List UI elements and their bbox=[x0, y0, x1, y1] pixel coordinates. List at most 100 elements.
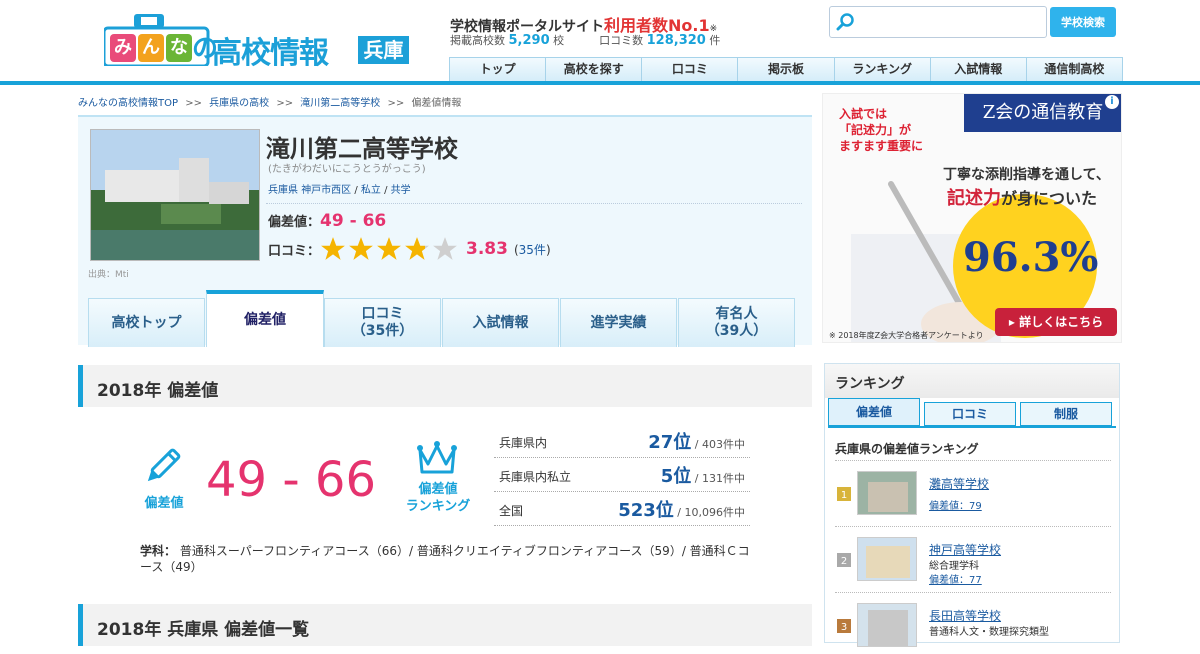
breadcrumb-link-top[interactable]: みんなの高校情報TOP bbox=[78, 98, 178, 109]
nav-item-exam-info[interactable]: 入試情報 bbox=[929, 57, 1027, 81]
ranking-widget: ランキング 偏差値 口コミ 制服 兵庫県の偏差値ランキング 1 灘高等学校 偏差… bbox=[824, 363, 1120, 647]
section-header: 2018年 偏差値 bbox=[78, 365, 812, 407]
ranking-item[interactable]: 1 灘高等学校 偏差値：79 bbox=[835, 460, 1111, 522]
rank-table: 兵庫県内 27位 / 403件中 兵庫県内私立 5位 / 131件中 全国 52… bbox=[494, 424, 750, 526]
nav-item-board[interactable]: 掲示板 bbox=[737, 57, 835, 81]
main-nav: トップ 高校を探す 口コミ 掲示板 ランキング 入試情報 通信制高校 bbox=[449, 57, 1123, 81]
rank-link[interactable]: 5位 bbox=[661, 466, 692, 487]
tag-prefecture[interactable]: 兵庫県 bbox=[268, 185, 298, 196]
section-header: 2018年 兵庫県 偏差値一覧 bbox=[78, 604, 812, 646]
nav-item-correspondence[interactable]: 通信制高校 bbox=[1025, 57, 1123, 81]
tab-school-top[interactable]: 高校トップ bbox=[88, 298, 205, 347]
ranking-thumbnail[interactable] bbox=[857, 603, 917, 647]
tag-type[interactable]: 私立 bbox=[361, 185, 381, 196]
tab-deviation[interactable]: 偏差値 bbox=[206, 290, 324, 347]
review-count-link[interactable]: 35件 bbox=[519, 243, 546, 257]
nav-item-ranking[interactable]: ランキング bbox=[833, 57, 931, 81]
ad-percent: 96.3% bbox=[963, 234, 1099, 281]
breadcrumb-separator: >> bbox=[387, 98, 405, 109]
rank-row: 兵庫県内 27位 / 403件中 bbox=[494, 424, 750, 458]
ranking-item-value[interactable]: 偏差値：77 bbox=[929, 571, 982, 586]
ranking-item-sub: 普通科人文・数理探究類型 bbox=[929, 627, 1049, 638]
ranking-tab-deviation[interactable]: 偏差値 bbox=[828, 398, 920, 426]
ranking-tab-reviews[interactable]: 口コミ bbox=[924, 402, 1016, 426]
nav-item-reviews[interactable]: 口コミ bbox=[641, 57, 739, 81]
pencil-icon bbox=[147, 448, 181, 482]
ranking-item-sub: 総合理学科 bbox=[929, 561, 979, 572]
ranking-title: ランキング bbox=[835, 376, 905, 392]
ranking-thumbnail[interactable] bbox=[857, 537, 917, 581]
ranking-rank-number: 2 bbox=[841, 556, 847, 567]
deviation-big-value: 49 - 66 bbox=[206, 452, 376, 508]
ranking-tab-uniform[interactable]: 制服 bbox=[1020, 402, 1112, 426]
gold-medal-icon: 1 bbox=[837, 487, 851, 501]
ad-brand-logo: Z会の通信教育 bbox=[964, 94, 1121, 132]
bronze-medal-icon: 3 bbox=[837, 619, 851, 633]
logo-char-2: ん bbox=[138, 34, 164, 62]
school-summary-panel: 出典：Mti 滝川第二高等学校 (たきがわだいにこうとうがっこう) 兵庫県 神戸… bbox=[78, 115, 812, 347]
ranking-item[interactable]: 3 長田高等学校 普通科人文・数理探究類型 bbox=[835, 592, 1111, 654]
breadcrumb-link-school[interactable]: 滝川第二高等学校 bbox=[300, 98, 380, 109]
nav-item-search-school[interactable]: 高校を探す bbox=[545, 57, 643, 81]
school-photo[interactable] bbox=[90, 129, 260, 261]
rank-link[interactable]: 27位 bbox=[648, 432, 691, 453]
tag-city[interactable]: 神戸市西区 bbox=[301, 185, 351, 196]
ranking-item-value[interactable]: 偏差値：79 bbox=[929, 497, 982, 512]
star-icon bbox=[377, 237, 401, 260]
ad-info-icon[interactable]: i bbox=[1105, 95, 1119, 109]
rank-row-value: 5位 / 131件中 bbox=[661, 462, 745, 488]
site-stats: 掲載高校数 5,290 校 口コミ数 128,320 件 bbox=[450, 32, 720, 48]
ad-footnote: ※ 2018年度Z会大学合格者アンケートより bbox=[829, 331, 984, 340]
divider bbox=[828, 426, 1116, 428]
site-header: み ん な の 高校情報 兵庫 学校情報ポータルサイト利用者数No.1※ 掲載高… bbox=[0, 0, 1200, 85]
advertisement-banner[interactable]: 入試では 「記述力」が ますます重要に Z会の通信教育 i 丁寧な添削指導を通し… bbox=[822, 93, 1122, 343]
rank-total: / 131件中 bbox=[694, 472, 745, 485]
rank-row-value: 27位 / 403件中 bbox=[648, 428, 745, 454]
tab-celebrities[interactable]: 有名人 （39人） bbox=[678, 298, 795, 347]
ad-text-highlight: 記述力 bbox=[947, 188, 1001, 209]
ranking-item[interactable]: 2 神戸高等学校 総合理学科 偏差値：77 bbox=[835, 526, 1111, 588]
search-input[interactable] bbox=[829, 6, 1047, 38]
ad-cta-button[interactable]: ▸ 詳しくはこちら bbox=[995, 308, 1117, 336]
breadcrumb: みんなの高校情報TOP >> 兵庫県の高校 >> 滝川第二高等学校 >> 偏差値… bbox=[78, 94, 461, 109]
star-icon bbox=[321, 237, 345, 260]
deviation-summary: 偏差値：49 - 66 bbox=[268, 211, 386, 231]
ad-text-line: 記述力が身についた bbox=[947, 184, 1097, 210]
deviation-value: 49 - 66 bbox=[320, 211, 387, 231]
review-count: (35件) bbox=[513, 242, 551, 257]
ranking-item-name[interactable]: 神戸高等学校 bbox=[929, 541, 1001, 558]
ranking-item-name[interactable]: 長田高等学校 bbox=[929, 607, 1001, 624]
photo-credit-link[interactable]: Mti bbox=[115, 270, 129, 280]
logo-text-main: 高校情報 bbox=[212, 36, 329, 71]
star-icon bbox=[349, 237, 373, 260]
logo-char-1: み bbox=[110, 34, 136, 62]
tag-gender[interactable]: 共学 bbox=[391, 185, 411, 196]
breadcrumb-separator: >> bbox=[276, 98, 294, 109]
stats-reviews-label: 口コミ数 bbox=[599, 34, 644, 47]
nav-item-top[interactable]: トップ bbox=[449, 57, 547, 81]
rank-row: 兵庫県内私立 5位 / 131件中 bbox=[494, 458, 750, 492]
ranking-thumbnail[interactable] bbox=[857, 471, 917, 515]
tab-exam-info[interactable]: 入試情報 bbox=[442, 298, 559, 347]
review-summary: 口コミ： 3.83 (35件) bbox=[268, 235, 551, 263]
rank-row-label: 兵庫県内私立 bbox=[499, 470, 572, 484]
breadcrumb-link-prefecture[interactable]: 兵庫県の高校 bbox=[209, 98, 269, 109]
photo-credit-label: 出典： bbox=[88, 270, 116, 280]
rank-total: / 10,096件中 bbox=[677, 506, 745, 519]
ad-text-line: 丁寧な添削指導を通して、 bbox=[943, 167, 1110, 183]
rank-link[interactable]: 523位 bbox=[618, 500, 674, 521]
ranking-item-name[interactable]: 灘高等学校 bbox=[929, 475, 989, 492]
school-tags: 兵庫県 神戸市西区 / 私立 / 共学 bbox=[268, 185, 411, 196]
logo-prefecture: 兵庫 bbox=[358, 36, 409, 64]
tab-reviews[interactable]: 口コミ （35件） bbox=[324, 298, 441, 347]
search-button[interactable]: 学校検索 bbox=[1050, 7, 1116, 37]
site-logo[interactable]: み ん な の 高校情報 兵庫 bbox=[104, 12, 409, 71]
ad-headline: 入試では 「記述力」が ますます重要に bbox=[839, 107, 924, 153]
rank-total: / 403件中 bbox=[694, 438, 745, 451]
course-text: 普通科スーパーフロンティアコース（66）/ 普通科クリエイティブフロンティアコー… bbox=[140, 544, 750, 574]
ranking-rank-number: 1 bbox=[841, 490, 847, 501]
course-list: 学科： 普通科スーパーフロンティアコース（66）/ 普通科クリエイティブフロンテ… bbox=[140, 544, 750, 574]
divider bbox=[266, 203, 802, 204]
rank-row: 全国 523位 / 10,096件中 bbox=[494, 492, 750, 526]
tab-results[interactable]: 進学実績 bbox=[560, 298, 677, 347]
